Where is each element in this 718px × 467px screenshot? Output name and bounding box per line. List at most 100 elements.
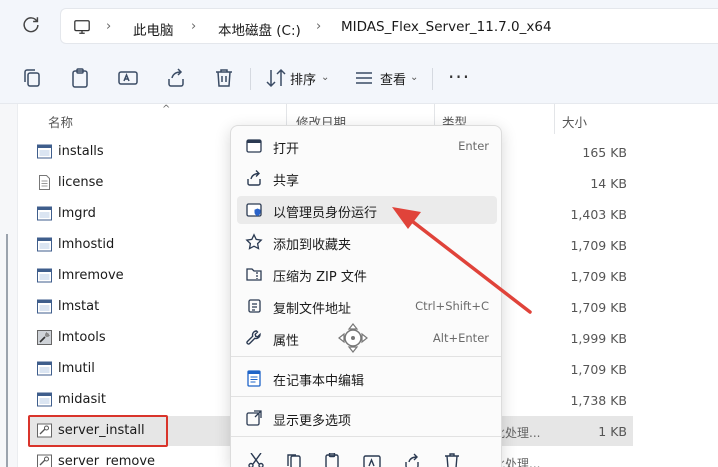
notepad-icon: [245, 369, 263, 387]
menu-item-label: 添加到收藏夹: [273, 238, 352, 253]
menu-item[interactable]: 打开 Enter: [237, 132, 497, 160]
file-name: lmutil: [58, 361, 95, 376]
menu-item[interactable]: 以管理员身份运行: [237, 196, 497, 224]
file-size: 1,709 KB: [570, 238, 627, 253]
highlight-box: [28, 415, 168, 447]
copy-icon[interactable]: [285, 453, 303, 467]
window-exe-icon: [37, 268, 52, 283]
context-menu: 打开 Enter 共享以管理员身份运行 添加到收藏夹 压缩为 ZIP 文件 复制文件地址 C…: [230, 125, 502, 467]
share-icon[interactable]: [164, 66, 188, 90]
menu-item-label: 显示更多选项: [273, 414, 352, 429]
menu-item[interactable]: 共享: [237, 164, 497, 192]
more-options-icon: [245, 409, 263, 427]
file-size: 1,709 KB: [570, 362, 627, 377]
menu-item-label: 以管理员身份运行: [273, 206, 378, 221]
share-icon: [245, 169, 263, 187]
menu-item[interactable]: 复制文件地址 Ctrl+Shift+C: [237, 292, 497, 320]
menu-item-label: 压缩为 ZIP 文件: [273, 270, 367, 285]
menu-item-label: 复制文件地址: [273, 302, 352, 317]
menu-item-label: 在记事本中编辑: [273, 374, 365, 389]
sort-ascending-icon: ^: [162, 104, 171, 115]
menu-item[interactable]: 显示更多选项: [237, 404, 497, 432]
file-name: lmremove: [58, 268, 124, 283]
menu-item-shortcut: Enter: [458, 139, 489, 153]
shield-icon: [245, 201, 263, 219]
batch-file-icon: [37, 454, 52, 467]
menu-item[interactable]: 压缩为 ZIP 文件: [237, 260, 497, 288]
file-name: midasit: [58, 392, 106, 407]
sort-icon[interactable]: [264, 66, 288, 90]
breadcrumb[interactable]: › 此电脑 › 本地磁盘 (C:) › MIDAS_Flex_Server_11…: [60, 8, 718, 44]
chevron-right-icon: ›: [316, 19, 322, 34]
file-size: 165 KB: [582, 145, 627, 160]
file-name: lmstat: [58, 299, 100, 314]
move-cursor-icon: [338, 323, 368, 353]
file-name: license: [58, 175, 104, 190]
column-header-name[interactable]: 名称: [48, 112, 73, 131]
tools-exe-icon: [37, 330, 52, 345]
chevron-down-icon: ⌄: [321, 72, 330, 83]
copy-icon[interactable]: [20, 66, 44, 90]
file-name: installs: [58, 144, 104, 159]
share-icon[interactable]: [403, 453, 421, 467]
file-name: server_remove: [58, 454, 156, 467]
file-size: 1,403 KB: [570, 207, 627, 222]
star-icon: [245, 233, 263, 251]
file-name: lmhostid: [58, 237, 115, 252]
rename-icon[interactable]: [363, 453, 381, 467]
command-bar: 排序 ⌄ 查看 ⌄ ···: [0, 52, 718, 104]
open-window-icon: [245, 137, 263, 155]
chevron-right-icon: ›: [191, 19, 197, 34]
breadcrumb-item-this-pc[interactable]: 此电脑: [133, 19, 174, 39]
file-size: 1,709 KB: [570, 269, 627, 284]
window-exe-icon: [37, 299, 52, 314]
breadcrumb-item-local-disk[interactable]: 本地磁盘 (C:): [218, 19, 301, 39]
menu-separator: [231, 436, 501, 437]
menu-item-label: 打开: [273, 142, 300, 157]
more-options-icon[interactable]: ···: [448, 65, 470, 89]
window-exe-icon: [37, 237, 52, 252]
column-header-size[interactable]: 大小: [562, 112, 587, 131]
file-size: 14 KB: [590, 176, 627, 191]
file-size: 1,709 KB: [570, 300, 627, 315]
file-name: lmtools: [58, 330, 106, 345]
address-bar: › 此电脑 › 本地磁盘 (C:) › MIDAS_Flex_Server_11…: [0, 0, 718, 52]
paste-icon[interactable]: [68, 66, 92, 90]
window-exe-icon: [37, 144, 52, 159]
text-file-icon: [37, 175, 52, 190]
menu-item[interactable]: 添加到收藏夹: [237, 228, 497, 256]
window-exe-icon: [37, 361, 52, 376]
zip-icon: [245, 265, 263, 283]
navigation-pane-edge: [0, 104, 18, 467]
window-exe-icon: [37, 392, 52, 407]
monitor-icon: [73, 18, 91, 36]
cut-icon[interactable]: [247, 452, 265, 467]
refresh-icon[interactable]: [20, 14, 42, 36]
breadcrumb-item-folder[interactable]: MIDAS_Flex_Server_11.7.0_x64: [341, 19, 552, 35]
chevron-down-icon: ⌄: [410, 72, 419, 83]
menu-item-label: 共享: [273, 174, 300, 189]
menu-item-shortcut: Alt+Enter: [432, 331, 489, 345]
navigation-scrollbar[interactable]: [6, 234, 8, 467]
delete-icon[interactable]: [443, 453, 461, 467]
file-size: 1,738 KB: [570, 393, 627, 408]
view-button[interactable]: 查看: [380, 69, 406, 88]
column-divider[interactable]: [554, 104, 555, 134]
menu-separator: [231, 396, 501, 397]
rename-icon[interactable]: [116, 66, 140, 90]
menu-item[interactable]: 在记事本中编辑: [237, 364, 497, 392]
file-name: lmgrd: [58, 206, 96, 221]
copy-path-icon: [245, 297, 263, 315]
file-size: 1 KB: [598, 424, 627, 439]
delete-icon[interactable]: [212, 66, 236, 90]
menu-item-shortcut: Ctrl+Shift+C: [415, 299, 489, 313]
toolbar-divider: [250, 68, 251, 90]
menu-separator: [231, 356, 501, 357]
wrench-icon: [245, 329, 263, 347]
chevron-right-icon: ›: [106, 19, 112, 34]
paste-icon[interactable]: [323, 452, 341, 467]
sort-button[interactable]: 排序: [290, 69, 316, 88]
view-icon[interactable]: [352, 66, 376, 90]
window-exe-icon: [37, 206, 52, 221]
toolbar-divider: [432, 68, 433, 90]
